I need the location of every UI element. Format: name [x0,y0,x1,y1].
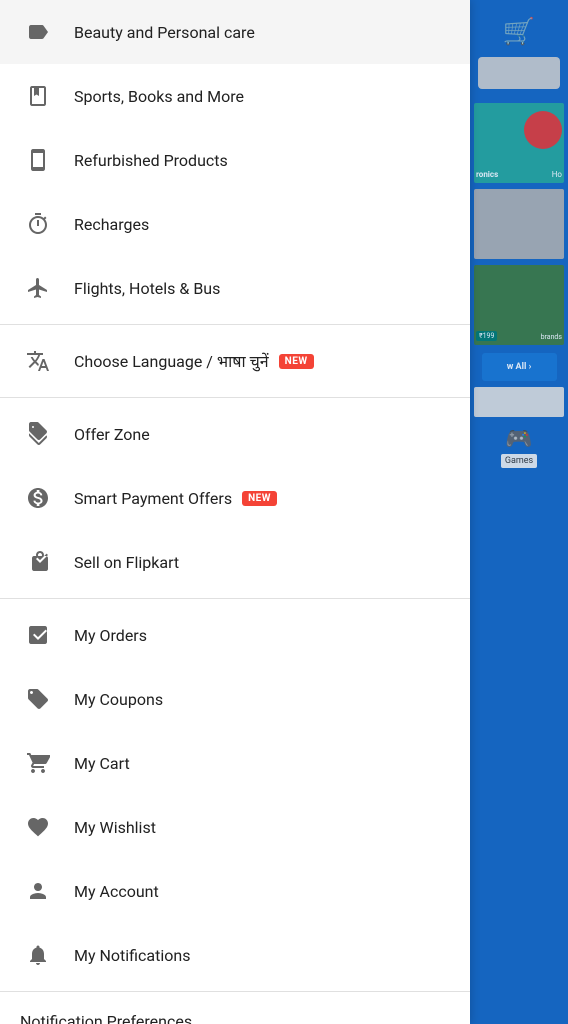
menu-label-flights: Flights, Hotels & Bus [74,279,220,298]
cart-icon [20,745,56,781]
rp-product-box [474,189,564,259]
label-notifprefs: Notification Preferences [20,1012,192,1024]
background-panel: 🛒 ronics Ho ₹199 brands w All › [470,0,568,1024]
divider-3 [0,598,470,599]
percent-icon [20,416,56,452]
menu-item-mycart[interactable]: My Cart [0,731,470,795]
menu-item-sports[interactable]: Sports, Books and More [0,64,470,128]
recharge-icon [20,206,56,242]
menu-label-refurbished: Refurbished Products [74,151,228,170]
briefcase-icon [20,544,56,580]
rp-banner-teal: ronics Ho [474,103,564,183]
menu-item-flights[interactable]: Flights, Hotels & Bus [0,256,470,320]
menu-label-sports: Sports, Books and More [74,87,244,106]
flight-icon [20,270,56,306]
menu-item-offerzone[interactable]: Offer Zone [0,402,470,466]
account-icon [20,873,56,909]
menu-item-notifprefs[interactable]: Notification Preferences [0,996,470,1024]
menu-label-mynotifications: My Notifications [74,946,190,965]
background-content: 🛒 ronics Ho ₹199 brands w All › [470,0,568,1024]
menu-item-recharges[interactable]: Recharges [0,192,470,256]
menu-label-offerzone: Offer Zone [74,425,150,444]
menu-item-language[interactable]: Choose Language / भाषा चुनें NEW [0,329,470,393]
badge-new-language: NEW [279,354,314,369]
rp-banner-green: ₹199 brands [474,265,564,345]
menu-item-mywishlist[interactable]: My Wishlist [0,795,470,859]
menu-item-mynotifications[interactable]: My Notifications [0,923,470,987]
rp-view-all-btn: w All › [482,353,557,381]
menu-label-mycart: My Cart [74,754,130,773]
orders-icon [20,617,56,653]
menu-label-smartpayment: Smart Payment Offers [74,489,232,508]
menu-label-recharges: Recharges [74,215,149,234]
side-drawer: Beauty and Personal care Sports, Books a… [0,0,470,1024]
menu-label-mycoupons: My Coupons [74,690,163,709]
heart-icon [20,809,56,845]
menu-label-language: Choose Language / भाषा चुनें [74,350,269,372]
badge-new-smartpayment: NEW [242,491,277,506]
rp-cart-icon: 🛒 [503,17,535,47]
divider-1 [0,324,470,325]
menu-label-beauty: Beauty and Personal care [74,23,255,42]
rp-games-section: 🎮 Games [501,427,537,468]
language-icon [20,343,56,379]
menu-label-mywishlist: My Wishlist [74,818,156,837]
divider-4 [0,991,470,992]
divider-2 [0,397,470,398]
menu-label-sellflipkart: Sell on Flipkart [74,553,179,572]
mobile-icon [20,142,56,178]
payment-icon [20,480,56,516]
menu-label-myorders: My Orders [74,626,147,645]
menu-label-myaccount: My Account [74,882,159,901]
rp-searchbox [478,57,560,89]
menu-item-smartpayment[interactable]: Smart Payment Offers NEW [0,466,470,530]
menu-item-mycoupons[interactable]: My Coupons [0,667,470,731]
menu-item-myaccount[interactable]: My Account [0,859,470,923]
menu-item-sellflipkart[interactable]: Sell on Flipkart [0,530,470,594]
tag-icon [20,14,56,50]
menu-item-beauty[interactable]: Beauty and Personal care [0,0,470,64]
menu-item-myorders[interactable]: My Orders [0,603,470,667]
menu-item-refurbished[interactable]: Refurbished Products [0,128,470,192]
book-icon [20,78,56,114]
bell-icon [20,937,56,973]
coupons-icon [20,681,56,717]
rp-gray-box-2 [474,387,564,417]
